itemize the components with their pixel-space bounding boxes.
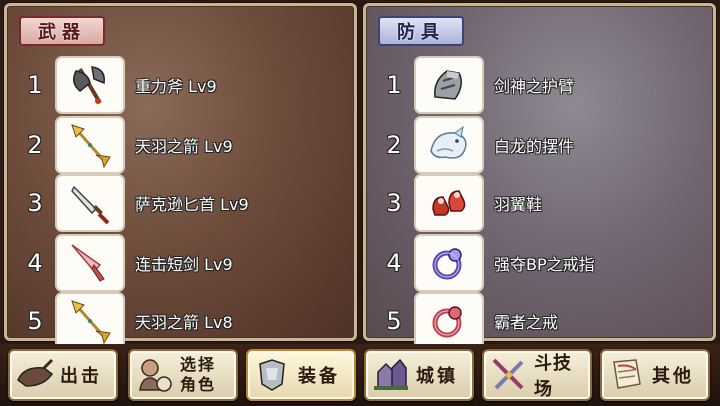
weapon-icon-slot <box>57 176 123 230</box>
weapon-row-2[interactable]: 2 天羽之箭 Lv9 <box>21 118 351 172</box>
rank-number: 5 <box>27 307 43 335</box>
weapon-name: 连击短剑 Lv9 <box>135 255 233 274</box>
other-button[interactable]: 其他 <box>600 349 710 401</box>
armor-name: 白龙的摆件 <box>494 137 575 156</box>
weapon-name: 天羽之箭 Lv8 <box>135 313 233 332</box>
weapon-row-1[interactable]: 1 重力斧 Lv9 <box>21 58 351 112</box>
weapon-icon-slot <box>57 58 123 112</box>
equipment-button[interactable]: 装备 <box>246 349 356 401</box>
town-label: 城镇 <box>416 366 458 387</box>
select-character-label-line2: 角色 <box>180 375 217 394</box>
weapon-icon-slot <box>57 294 123 348</box>
rank-number: 4 <box>27 249 43 277</box>
town-icon <box>374 358 408 390</box>
rank-number: 1 <box>27 71 43 99</box>
crossed-swords-icon <box>492 358 524 390</box>
armor-panel: 防具 1 剑神之护臂 2 白龙的摆件 3 羽翼鞋 4 强夺BP之戒指 5 霸者之… <box>363 3 716 348</box>
weapons-tab[interactable]: 武器 <box>19 16 105 46</box>
equipment-label: 装备 <box>298 366 340 387</box>
rank-number: 3 <box>27 189 43 217</box>
rank-number: 3 <box>386 189 402 217</box>
gauntlet-icon <box>434 70 462 100</box>
weapon-row-5[interactable]: 5 天羽之箭 Lv8 <box>21 294 351 348</box>
axe-icon <box>73 66 105 105</box>
arrow-icon <box>71 300 111 345</box>
other-label: 其他 <box>652 366 694 387</box>
scroll-icon <box>613 359 641 389</box>
sortie-icon <box>17 358 54 387</box>
ring-icon <box>432 248 462 280</box>
armor-icon-slot <box>416 118 482 172</box>
bottom-nav: 出击 选择 角色 装备 城镇 斗技场 其他 <box>0 344 720 406</box>
rank-number: 2 <box>27 131 43 159</box>
armor-icon-slot <box>416 236 482 290</box>
armor-row-5[interactable]: 5 霸者之戒 <box>380 294 710 348</box>
arena-button[interactable]: 斗技场 <box>482 349 592 401</box>
shoes-icon <box>432 190 466 216</box>
armor-icon-slot <box>416 294 482 348</box>
weapons-panel: 武器 1 重力斧 Lv9 2 天羽之箭 Lv9 3 萨克逊匕首 Lv9 4 连击… <box>4 3 357 348</box>
weapon-row-4[interactable]: 4 连击短剑 Lv9 <box>21 236 351 290</box>
armor-name: 霸者之戒 <box>494 313 559 332</box>
armor-icon-slot <box>416 58 482 112</box>
sortie-button[interactable]: 出击 <box>8 349 118 401</box>
weapon-name: 重力斧 Lv9 <box>135 77 217 96</box>
rank-number: 4 <box>386 249 402 277</box>
weapon-icon-slot <box>57 236 123 290</box>
select-character-label: 选择 角色 <box>180 355 216 395</box>
armor-name: 羽翼鞋 <box>494 195 543 214</box>
armor-name: 强夺BP之戒指 <box>494 255 595 274</box>
ring-icon <box>432 306 462 338</box>
arrow-icon <box>71 124 111 169</box>
weapon-row-3[interactable]: 3 萨克逊匕首 Lv9 <box>21 176 351 230</box>
armor-row-3[interactable]: 3 羽翼鞋 <box>380 176 710 230</box>
armor-set-icon <box>259 359 285 391</box>
armor-name: 剑神之护臂 <box>494 77 575 96</box>
short-sword-icon <box>71 244 105 282</box>
weapon-name: 天羽之箭 Lv9 <box>135 137 233 156</box>
armor-row-2[interactable]: 2 白龙的摆件 <box>380 118 710 172</box>
select-character-button[interactable]: 选择 角色 <box>128 349 238 401</box>
rank-number: 2 <box>386 131 402 159</box>
rank-number: 1 <box>386 71 402 99</box>
armor-icon-slot <box>416 176 482 230</box>
sortie-label: 出击 <box>60 366 102 387</box>
armor-row-4[interactable]: 4 强夺BP之戒指 <box>380 236 710 290</box>
armor-tab[interactable]: 防具 <box>378 16 464 46</box>
rank-number: 5 <box>386 307 402 335</box>
dagger-icon <box>71 185 110 225</box>
select-character-label-line1: 选择 <box>180 355 217 374</box>
white-dragon-icon <box>430 125 467 159</box>
character-icon <box>139 359 172 392</box>
weapon-name: 萨克逊匕首 Lv9 <box>135 195 249 214</box>
arena-label: 斗技场 <box>534 353 572 400</box>
weapon-icon-slot <box>57 118 123 172</box>
armor-row-1[interactable]: 1 剑神之护臂 <box>380 58 710 112</box>
town-button[interactable]: 城镇 <box>364 349 474 401</box>
